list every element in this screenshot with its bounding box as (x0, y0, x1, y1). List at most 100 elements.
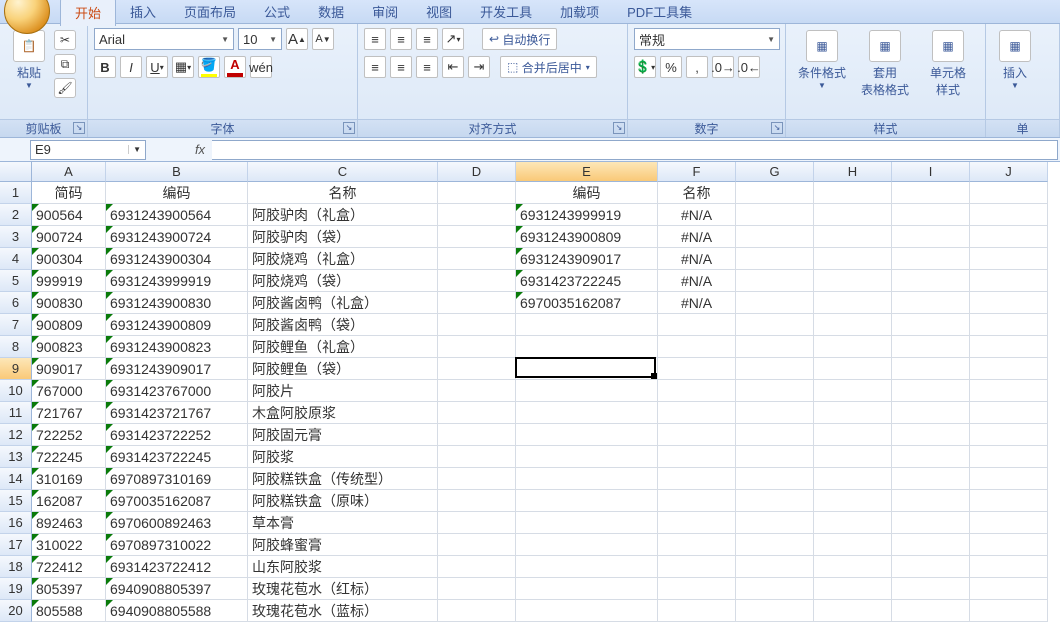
phonetic-button[interactable]: wén (250, 56, 272, 78)
cell-J4[interactable] (970, 248, 1048, 270)
align-center-button[interactable]: ≡ (390, 56, 412, 78)
cell-G10[interactable] (736, 380, 814, 402)
cell-D17[interactable] (438, 534, 516, 556)
col-header-G[interactable]: G (736, 162, 814, 182)
cell-B13[interactable]: 6931423722245 (106, 446, 248, 468)
cell-I7[interactable] (892, 314, 970, 336)
cell-I3[interactable] (892, 226, 970, 248)
cell-J5[interactable] (970, 270, 1048, 292)
cell-E7[interactable] (516, 314, 658, 336)
cell-C4[interactable]: 阿胶烧鸡（礼盒） (248, 248, 438, 270)
cell-F10[interactable] (658, 380, 736, 402)
copy-button[interactable]: ⧉ (54, 54, 76, 74)
cell-I12[interactable] (892, 424, 970, 446)
row-header-16[interactable]: 16 (0, 512, 32, 534)
cell-B9[interactable]: 6931243909017 (106, 358, 248, 380)
cell-G11[interactable] (736, 402, 814, 424)
row-header-10[interactable]: 10 (0, 380, 32, 402)
wrap-text-button[interactable]: ↩ 自动换行 (482, 28, 557, 50)
cell-J12[interactable] (970, 424, 1048, 446)
cell-B5[interactable]: 6931243999919 (106, 270, 248, 292)
cell-C5[interactable]: 阿胶烧鸡（袋） (248, 270, 438, 292)
cell-F9[interactable] (658, 358, 736, 380)
merge-center-button[interactable]: ⬚ 合并后居中 ▾ (500, 56, 597, 78)
cell-I17[interactable] (892, 534, 970, 556)
cell-I20[interactable] (892, 600, 970, 622)
cell-J6[interactable] (970, 292, 1048, 314)
cell-C3[interactable]: 阿胶驴肉（袋） (248, 226, 438, 248)
cell-G3[interactable] (736, 226, 814, 248)
cell-J20[interactable] (970, 600, 1048, 622)
cell-G19[interactable] (736, 578, 814, 600)
cell-J1[interactable] (970, 182, 1048, 204)
cell-G1[interactable] (736, 182, 814, 204)
cell-F20[interactable] (658, 600, 736, 622)
row-header-6[interactable]: 6 (0, 292, 32, 314)
cell-A9[interactable]: 909017 (32, 358, 106, 380)
format-as-table-button[interactable]: ▦ 套用 表格格式 (852, 28, 918, 100)
cell-C2[interactable]: 阿胶驴肉（礼盒） (248, 204, 438, 226)
cell-D18[interactable] (438, 556, 516, 578)
row-header-2[interactable]: 2 (0, 204, 32, 226)
row-header-12[interactable]: 12 (0, 424, 32, 446)
cell-A10[interactable]: 767000 (32, 380, 106, 402)
percent-button[interactable]: % (660, 56, 682, 78)
cell-I2[interactable] (892, 204, 970, 226)
cell-J13[interactable] (970, 446, 1048, 468)
row-header-1[interactable]: 1 (0, 182, 32, 204)
cell-C7[interactable]: 阿胶酱卤鸭（袋） (248, 314, 438, 336)
cell-E8[interactable] (516, 336, 658, 358)
cell-B20[interactable]: 6940908805588 (106, 600, 248, 622)
cell-I10[interactable] (892, 380, 970, 402)
cell-H12[interactable] (814, 424, 892, 446)
cell-I19[interactable] (892, 578, 970, 600)
cell-A8[interactable]: 900823 (32, 336, 106, 358)
cell-styles-button[interactable]: ▦ 单元格 样式 (918, 28, 978, 100)
cell-A3[interactable]: 900724 (32, 226, 106, 248)
cell-F1[interactable]: 名称 (658, 182, 736, 204)
cell-A14[interactable]: 310169 (32, 468, 106, 490)
cell-H18[interactable] (814, 556, 892, 578)
font-color-button[interactable]: A (224, 56, 246, 78)
cell-D8[interactable] (438, 336, 516, 358)
cell-G4[interactable] (736, 248, 814, 270)
cell-G9[interactable] (736, 358, 814, 380)
cell-A2[interactable]: 900564 (32, 204, 106, 226)
cell-D12[interactable] (438, 424, 516, 446)
cell-C20[interactable]: 玫瑰花苞水（蓝标） (248, 600, 438, 622)
select-all-corner[interactable] (0, 162, 32, 182)
cell-C17[interactable]: 阿胶蜂蜜膏 (248, 534, 438, 556)
cell-F12[interactable] (658, 424, 736, 446)
cell-H11[interactable] (814, 402, 892, 424)
cell-B1[interactable]: 编码 (106, 182, 248, 204)
ribbon-tab-0[interactable]: 开始 (60, 0, 116, 26)
cell-H16[interactable] (814, 512, 892, 534)
row-header-9[interactable]: 9 (0, 358, 32, 380)
decrease-decimal-button[interactable]: .0← (738, 56, 760, 78)
ribbon-tab-3[interactable]: 公式 (250, 0, 304, 26)
cell-H20[interactable] (814, 600, 892, 622)
fill-color-button[interactable]: 🪣 (198, 56, 220, 78)
cell-G15[interactable] (736, 490, 814, 512)
bold-button[interactable]: B (94, 56, 116, 78)
cell-A5[interactable]: 999919 (32, 270, 106, 292)
fx-button[interactable]: fx (188, 140, 212, 160)
align-bottom-button[interactable]: ≡ (416, 28, 438, 50)
cell-F16[interactable] (658, 512, 736, 534)
orientation-button[interactable]: ↗▾ (442, 28, 464, 50)
ribbon-tab-2[interactable]: 页面布局 (170, 0, 250, 26)
cell-A17[interactable]: 310022 (32, 534, 106, 556)
cell-F19[interactable] (658, 578, 736, 600)
cell-G17[interactable] (736, 534, 814, 556)
cell-F7[interactable] (658, 314, 736, 336)
cell-E19[interactable] (516, 578, 658, 600)
cell-D20[interactable] (438, 600, 516, 622)
cell-G16[interactable] (736, 512, 814, 534)
cell-D11[interactable] (438, 402, 516, 424)
cell-F14[interactable] (658, 468, 736, 490)
cell-C1[interactable]: 名称 (248, 182, 438, 204)
italic-button[interactable]: I (120, 56, 142, 78)
cell-F3[interactable]: #N/A (658, 226, 736, 248)
col-header-J[interactable]: J (970, 162, 1048, 182)
insert-cells-button[interactable]: ▦ 插入 ▼ (992, 28, 1038, 92)
